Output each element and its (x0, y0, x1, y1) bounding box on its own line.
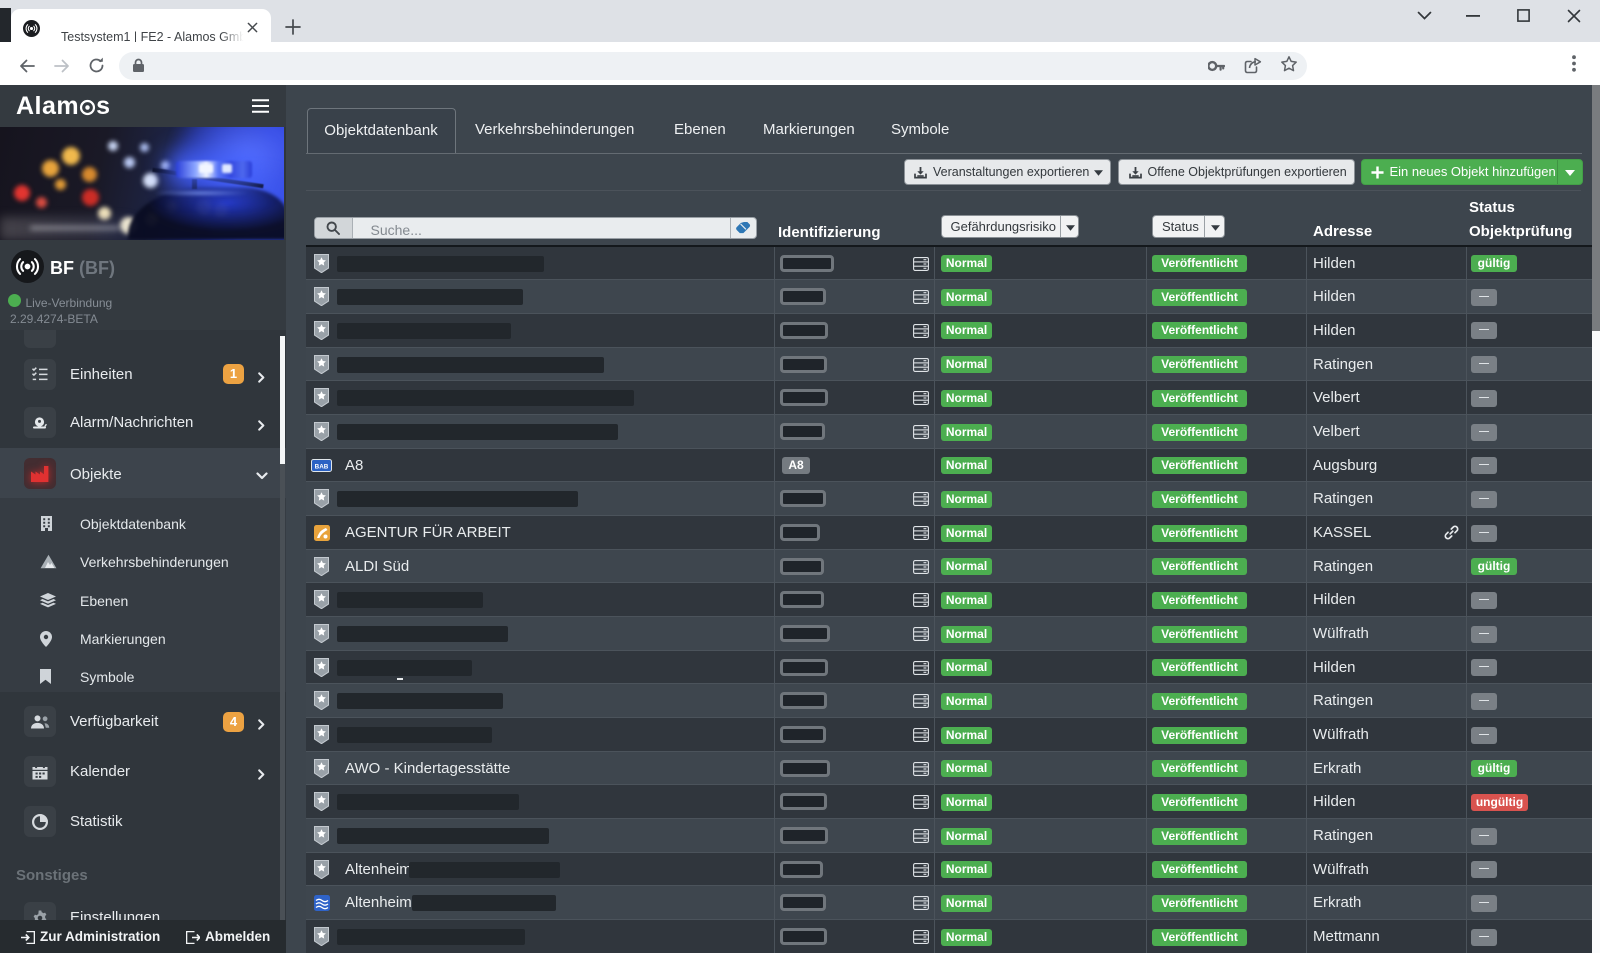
svg-text:BAB: BAB (315, 463, 329, 470)
